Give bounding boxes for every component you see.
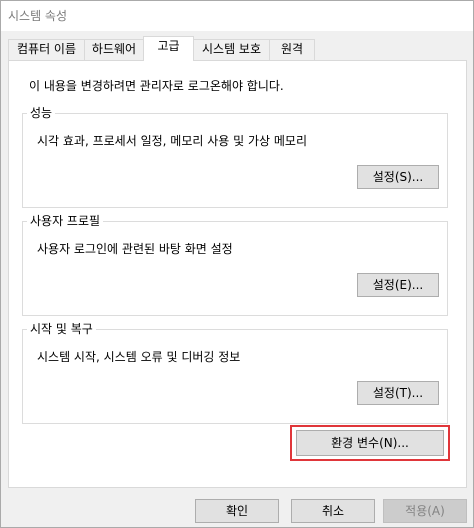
advanced-tab-panel: 이 내용을 변경하려면 관리자로 로그온해야 합니다. 성능 시각 효과, 프로… xyxy=(8,60,467,488)
system-properties-dialog: 시스템 속성 컴퓨터 이름 하드웨어 고급 시스템 보호 원격 이 내용을 변경… xyxy=(0,0,474,528)
startup-recovery-group-title: 시작 및 복구 xyxy=(27,322,96,336)
tab-advanced[interactable]: 고급 xyxy=(143,36,194,61)
apply-button[interactable]: 적용(A) xyxy=(383,499,467,523)
performance-group: 성능 시각 효과, 프로세서 일정, 메모리 사용 및 가상 메모리 설정(S)… xyxy=(22,106,448,208)
ok-button[interactable]: 확인 xyxy=(195,499,279,523)
tab-system-protection[interactable]: 시스템 보호 xyxy=(193,39,270,60)
startup-recovery-group: 시작 및 복구 시스템 시작, 시스템 오류 및 디버깅 정보 설정(T)... xyxy=(22,322,448,424)
user-profiles-group: 사용자 프로필 사용자 로그인에 관련된 바탕 화면 설정 설정(E)... xyxy=(22,214,448,316)
performance-settings-button[interactable]: 설정(S)... xyxy=(357,165,439,189)
user-profiles-group-title: 사용자 프로필 xyxy=(27,214,104,228)
title-bar: 시스템 속성 xyxy=(1,1,473,31)
cancel-button[interactable]: 취소 xyxy=(291,499,375,523)
startup-recovery-settings-button[interactable]: 설정(T)... xyxy=(357,381,439,405)
admin-note: 이 내용을 변경하려면 관리자로 로그온해야 합니다. xyxy=(29,79,284,93)
user-profiles-description: 사용자 로그인에 관련된 바탕 화면 설정 xyxy=(37,242,233,256)
window-title: 시스템 속성 xyxy=(8,9,68,23)
environment-variables-button[interactable]: 환경 변수(N)... xyxy=(296,430,444,456)
tab-remote[interactable]: 원격 xyxy=(269,39,315,60)
tab-hardware[interactable]: 하드웨어 xyxy=(84,39,144,60)
startup-recovery-description: 시스템 시작, 시스템 오류 및 디버깅 정보 xyxy=(37,350,241,364)
performance-group-title: 성능 xyxy=(27,106,56,120)
user-profiles-settings-button[interactable]: 설정(E)... xyxy=(357,273,439,297)
performance-description: 시각 효과, 프로세서 일정, 메모리 사용 및 가상 메모리 xyxy=(37,134,307,148)
tab-computer-name[interactable]: 컴퓨터 이름 xyxy=(8,39,85,60)
